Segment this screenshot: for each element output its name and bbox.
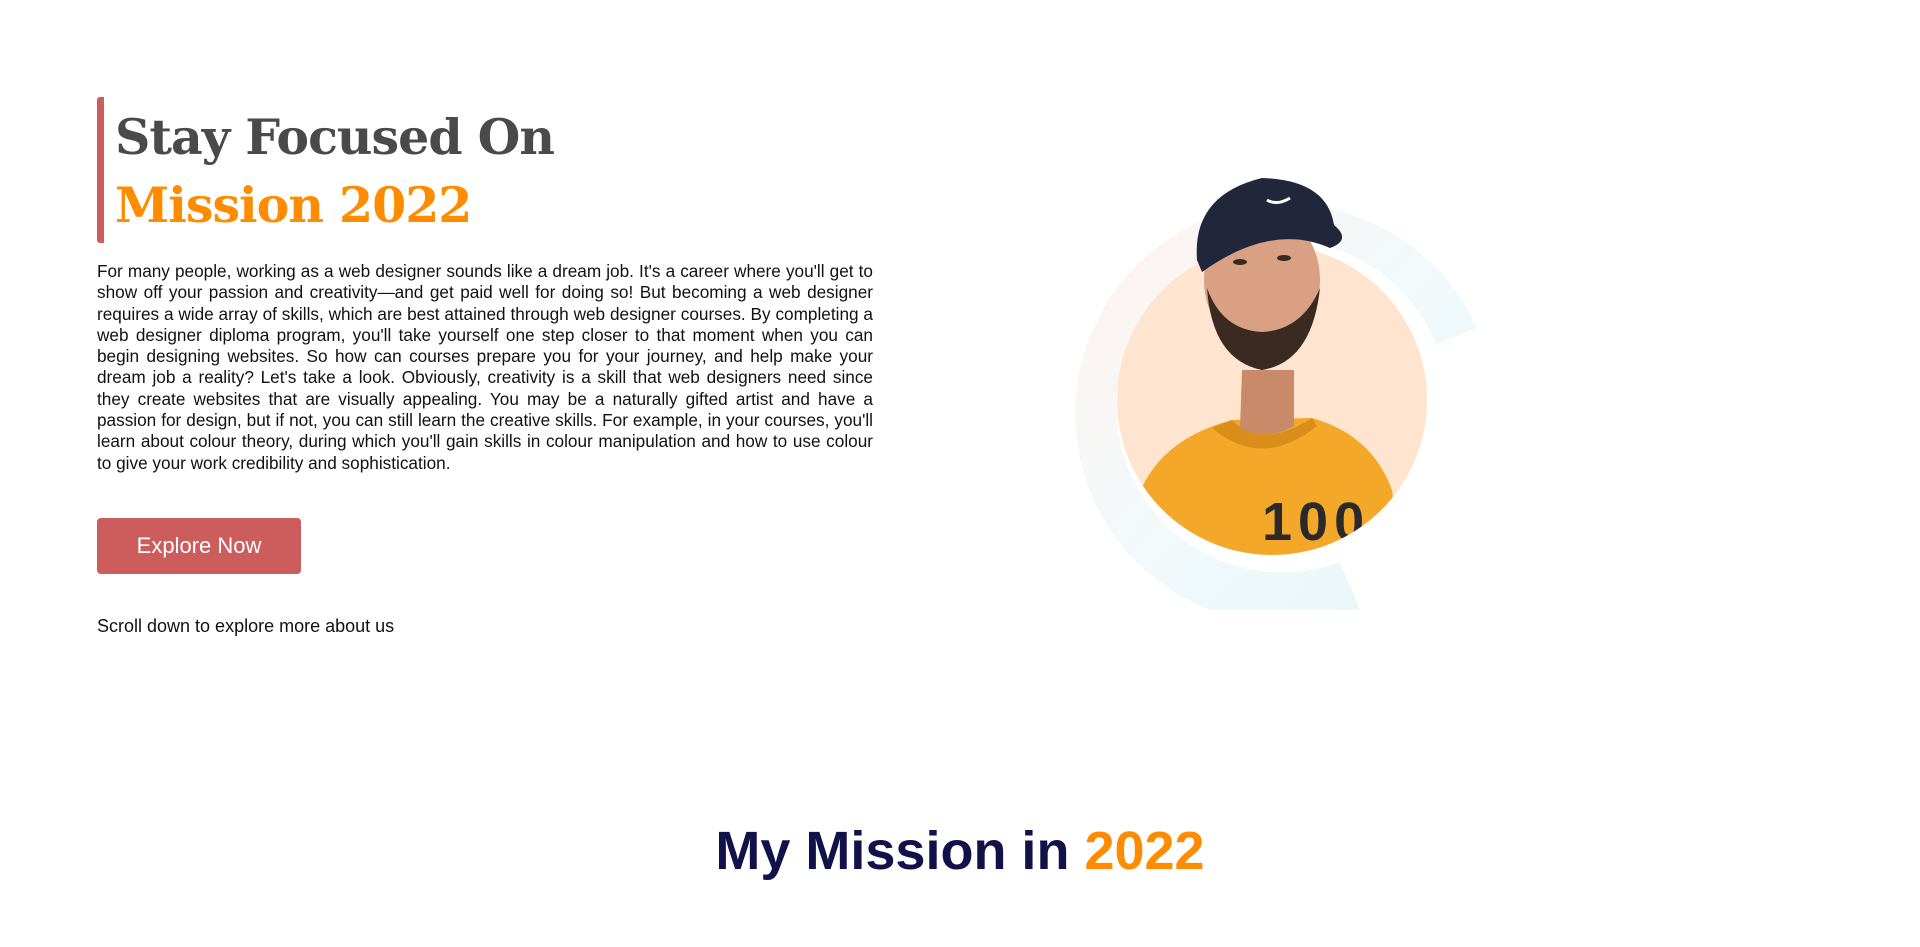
hero-heading-line1: Stay Focused On [115,108,555,166]
explore-now-button[interactable]: Explore Now [97,517,301,574]
intro-paragraph: For many people, working as a web design… [97,261,873,473]
page: Stay Focused On Mission 2022 For many pe… [0,0,1920,947]
mission-title-accent: 2022 [1084,821,1205,881]
scroll-hint: Scroll down to explore more about us [97,615,395,636]
mission-title-main: My Mission in [715,821,1070,881]
shirt-print: 100 [1262,492,1370,552]
hero-section: Stay Focused On Mission 2022 For many pe… [97,97,873,637]
portrait-illustration: 100 [1062,170,1482,610]
person-portrait-icon: 100 [1075,178,1477,610]
mission-section-title: My Mission in 2022 [0,820,1920,882]
portrait-neck [1240,370,1294,435]
hero-heading: Stay Focused On Mission 2022 [97,97,873,243]
hero-heading-line2: Mission 2022 [115,176,472,234]
